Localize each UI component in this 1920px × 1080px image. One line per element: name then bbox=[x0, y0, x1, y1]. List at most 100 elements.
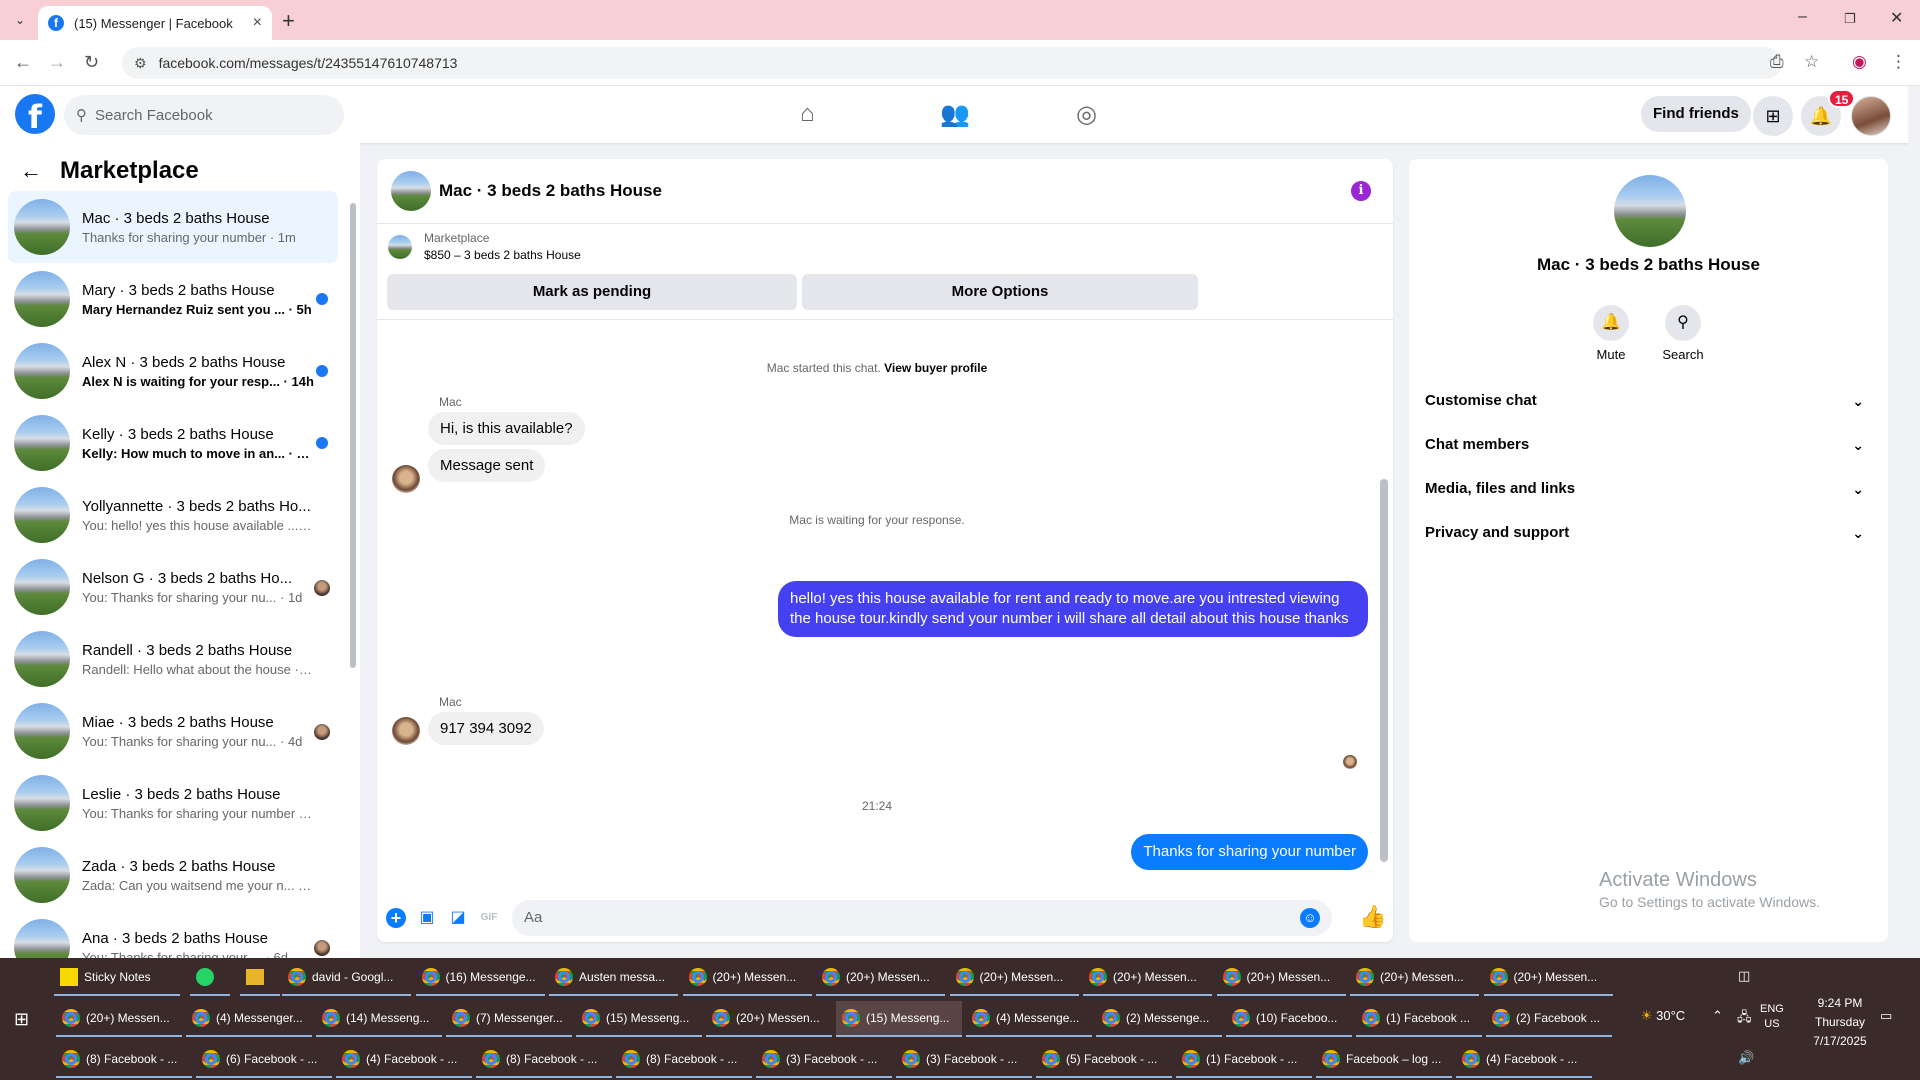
outgoing-message[interactable]: Thanks for sharing your number bbox=[1131, 834, 1368, 870]
taskbar-window-button[interactable]: (4) Messenge... bbox=[966, 1001, 1092, 1037]
taskbar-window-button[interactable]: (6) Facebook - ... bbox=[196, 1042, 332, 1078]
clock[interactable]: 9:24 PM Thursday 7/17/2025 bbox=[1800, 994, 1880, 1051]
taskbar-window-button[interactable]: (20+) Messen... bbox=[1216, 960, 1346, 996]
plus-icon[interactable]: + bbox=[386, 908, 406, 928]
taskbar-window-button[interactable]: david - Googl... bbox=[282, 960, 411, 996]
notification-center-icon[interactable]: ▭ bbox=[1880, 1008, 1892, 1024]
sidebar-scrollbar[interactable] bbox=[350, 203, 356, 668]
taskbar-window-button[interactable]: (20+) Messen... bbox=[682, 960, 812, 996]
chat-title[interactable]: Mac · 3 beds 2 baths House bbox=[439, 181, 662, 201]
new-tab-icon[interactable]: + bbox=[282, 8, 295, 34]
incoming-message[interactable]: Message sent bbox=[428, 449, 546, 482]
mark-as-pending-button[interactable]: Mark as pending bbox=[387, 274, 797, 310]
taskbar-window-button[interactable]: (2) Facebook ... bbox=[1486, 1001, 1612, 1037]
facebook-search-input[interactable]: ⚲ Search Facebook bbox=[64, 95, 344, 135]
taskbar-window-button[interactable]: (4) Facebook - ... bbox=[1456, 1042, 1592, 1078]
show-hidden-icons[interactable]: ⌃ bbox=[1712, 1008, 1723, 1024]
taskbar-window-button[interactable]: (10) Faceboo... bbox=[1226, 1001, 1352, 1037]
install-app-icon[interactable]: ⎙ bbox=[1770, 52, 1784, 72]
find-friends-button[interactable]: Find friends bbox=[1641, 96, 1751, 132]
gif-icon[interactable]: GIF bbox=[479, 908, 499, 928]
whatsapp-taskbar-button[interactable] bbox=[190, 960, 230, 996]
taskbar-window-button[interactable]: (8) Facebook - ... bbox=[476, 1042, 612, 1078]
conversation-item[interactable]: Leslie · 3 beds 2 baths House You: Thanks… bbox=[8, 767, 338, 839]
conversation-item[interactable]: Alex N · 3 beds 2 baths House Alex N is w… bbox=[8, 335, 338, 407]
taskbar-window-button[interactable]: (1) Facebook - ... bbox=[1176, 1042, 1312, 1078]
sticker-icon[interactable]: ◪ bbox=[448, 908, 468, 928]
taskbar-window-button[interactable]: (15) Messeng... bbox=[576, 1001, 702, 1037]
taskbar-window-button[interactable]: (20+) Messen... bbox=[816, 960, 945, 996]
file-explorer-taskbar-button[interactable] bbox=[240, 960, 280, 996]
taskbar-window-button[interactable]: Facebook – log ... bbox=[1316, 1042, 1452, 1078]
restore-icon[interactable]: ❐ bbox=[1844, 11, 1856, 27]
close-window-icon[interactable]: ✕ bbox=[1890, 8, 1903, 28]
chat-members-section[interactable]: Chat members ⌄ bbox=[1425, 427, 1872, 463]
conversation-item[interactable]: Randell · 3 beds 2 baths House Randell: H… bbox=[8, 623, 338, 695]
emoji-icon[interactable]: ☺ bbox=[1300, 908, 1320, 928]
taskbar-window-button[interactable]: (20+) Messen... bbox=[706, 1001, 832, 1037]
taskbar-window-button[interactable]: (20+) Messen... bbox=[1483, 960, 1613, 996]
home-icon[interactable]: ⌂ bbox=[800, 100, 815, 128]
taskbar-window-button[interactable]: (20+) Messen... bbox=[1083, 960, 1212, 996]
profile-icon[interactable]: ◉ bbox=[1852, 52, 1867, 72]
taskbar-window-button[interactable]: (4) Facebook - ... bbox=[336, 1042, 472, 1078]
minimize-icon[interactable]: – bbox=[1798, 8, 1807, 26]
taskbar-window-button[interactable]: (8) Facebook - ... bbox=[616, 1042, 752, 1078]
windows-start-icon[interactable]: ⊞ bbox=[14, 1009, 29, 1030]
marketplace-listing-card[interactable]: Marketplace $850 – 3 beds 2 baths House bbox=[388, 231, 581, 262]
page-scrollbar[interactable] bbox=[1908, 86, 1920, 958]
thumbs-up-icon[interactable]: 👍 bbox=[1359, 904, 1386, 930]
incoming-message[interactable]: 917 394 3092 bbox=[428, 712, 544, 745]
volume-icon[interactable]: 🔊 bbox=[1738, 1050, 1754, 1066]
conversation-item[interactable]: Yollyannette · 3 beds 2 baths Ho... You: … bbox=[8, 479, 338, 551]
conversation-item[interactable]: Nelson G · 3 beds 2 baths Ho... You: Than… bbox=[8, 551, 338, 623]
customise-chat-section[interactable]: Customise chat ⌄ bbox=[1425, 383, 1872, 419]
privacy-support-section[interactable]: Privacy and support ⌄ bbox=[1425, 515, 1872, 551]
media-files-links-section[interactable]: Media, files and links ⌄ bbox=[1425, 471, 1872, 507]
conversation-item[interactable]: Kelly · 3 beds 2 baths House Kelly: How m… bbox=[8, 407, 338, 479]
taskbar-window-button[interactable]: (15) Messeng... bbox=[836, 1001, 962, 1037]
taskbar-window-button[interactable]: (4) Messenger... bbox=[186, 1001, 312, 1037]
chat-listing-thumbnail[interactable] bbox=[391, 171, 431, 211]
conversation-item[interactable]: Miae · 3 beds 2 baths House You: Thanks f… bbox=[8, 695, 338, 767]
listing-avatar[interactable] bbox=[1614, 175, 1686, 247]
browser-tab[interactable]: f (15) Messenger | Facebook × bbox=[38, 6, 272, 40]
account-avatar[interactable] bbox=[1851, 96, 1891, 136]
weather-widget[interactable]: ☀ 30°C bbox=[1628, 1008, 1698, 1024]
taskbar-window-button[interactable]: Sticky Notes bbox=[54, 960, 180, 996]
conversation-item[interactable]: Mac · 3 beds 2 baths House Thanks for sha… bbox=[8, 191, 338, 263]
bookmark-star-icon[interactable]: ☆ bbox=[1804, 52, 1819, 72]
taskbar-window-button[interactable]: (14) Messeng... bbox=[316, 1001, 442, 1037]
info-icon[interactable]: i bbox=[1351, 181, 1371, 201]
language-indicator[interactable]: ENG US bbox=[1760, 1002, 1784, 1032]
sender-avatar[interactable] bbox=[392, 717, 420, 745]
taskbar-window-button[interactable]: (5) Facebook - ... bbox=[1036, 1042, 1172, 1078]
search-conversation-button[interactable]: ⚲ Search bbox=[1648, 305, 1718, 362]
tab-search-chevron-icon[interactable]: ⌄ bbox=[10, 10, 30, 30]
taskbar-window-button[interactable]: (8) Facebook - ... bbox=[56, 1042, 192, 1078]
taskbar-window-button[interactable]: (1) Facebook ... bbox=[1356, 1001, 1482, 1037]
back-icon[interactable]: ← bbox=[14, 52, 32, 73]
conversation-item[interactable]: Zada · 3 beds 2 baths House Zada: Can you… bbox=[8, 839, 338, 911]
taskbar-window-button[interactable]: (16) Messenge... bbox=[415, 960, 545, 996]
view-buyer-profile-link[interactable]: View buyer profile bbox=[884, 361, 987, 375]
taskbar-window-button[interactable]: (3) Facebook - ... bbox=[896, 1042, 1032, 1078]
photo-icon[interactable]: ▣ bbox=[417, 908, 437, 928]
address-bar[interactable]: ⚙ facebook.com/messages/t/24355147610748… bbox=[122, 47, 1782, 79]
incoming-message[interactable]: Hi, is this available? bbox=[428, 412, 585, 445]
site-info-icon[interactable]: ⚙ bbox=[134, 55, 147, 72]
taskbar-window-button[interactable]: (20+) Messen... bbox=[949, 960, 1079, 996]
mute-button[interactable]: 🔔 Mute bbox=[1576, 305, 1646, 362]
forward-icon[interactable]: → bbox=[48, 52, 66, 73]
pen-icon[interactable]: ◫ bbox=[1738, 968, 1750, 984]
outgoing-message[interactable]: hello! yes this house available for rent… bbox=[778, 581, 1368, 637]
menu-grid-icon[interactable]: ⊞ bbox=[1753, 96, 1793, 136]
reload-icon[interactable]: ↻ bbox=[84, 52, 99, 73]
taskbar-window-button[interactable]: (20+) Messen... bbox=[1350, 960, 1479, 996]
taskbar-window-button[interactable]: Austen messa... bbox=[549, 960, 678, 996]
back-arrow-icon[interactable]: ← bbox=[20, 158, 42, 184]
conversation-item[interactable]: Mary · 3 beds 2 baths House Mary Hernande… bbox=[8, 263, 338, 335]
more-options-button[interactable]: More Options bbox=[802, 274, 1198, 310]
network-icon[interactable]: 🖧 bbox=[1737, 1008, 1752, 1030]
close-tab-icon[interactable]: × bbox=[253, 14, 262, 32]
